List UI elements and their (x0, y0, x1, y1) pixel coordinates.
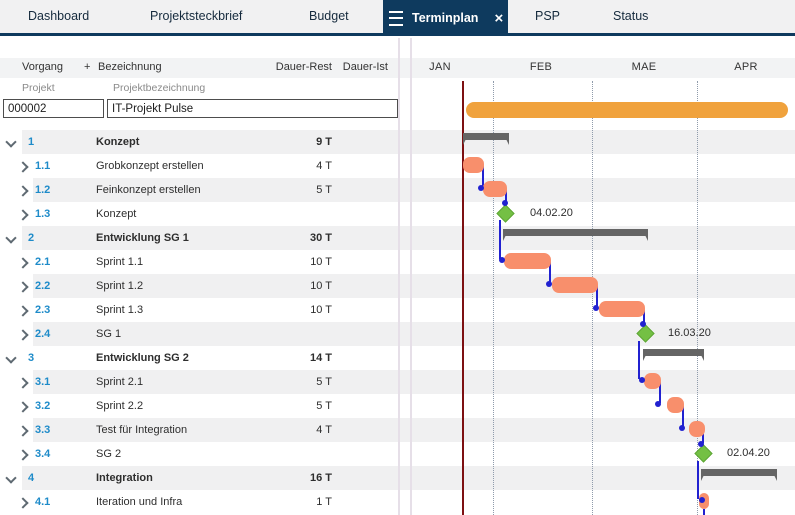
row-number: 1 (28, 136, 34, 148)
row-number: 3.3 (35, 424, 50, 436)
splitter-line-right[interactable] (410, 38, 412, 515)
chevron-down-icon[interactable] (5, 472, 16, 483)
tab-psp[interactable]: PSP (535, 0, 560, 33)
month-label-mae: MAE (632, 61, 657, 73)
row-name: Entwicklung SG 1 (96, 232, 189, 244)
tab-bar: Dashboard Projektsteckbrief Budget Termi… (0, 0, 795, 36)
row-duration-rest: 4 T (240, 160, 332, 172)
row-duration-rest: 5 T (240, 184, 332, 196)
row-number: 2.3 (35, 304, 50, 316)
projekt-label: Projekt (22, 82, 55, 94)
row-number: 4 (28, 472, 34, 484)
month-label-jan: JAN (429, 61, 451, 73)
terminplan-window: Dashboard Projektsteckbrief Budget Termi… (0, 0, 795, 515)
row-number: 1.2 (35, 184, 50, 196)
chevron-right-icon[interactable] (17, 185, 28, 196)
row-number: 3.4 (35, 448, 50, 460)
row-name: Feinkonzept erstellen (96, 184, 201, 196)
chevron-right-icon[interactable] (17, 281, 28, 292)
month-label-feb: FEB (530, 61, 552, 73)
row-number: 2.1 (35, 256, 50, 268)
chevron-right-icon[interactable] (17, 305, 28, 316)
row-name: Sprint 1.1 (96, 256, 143, 268)
row-name: Sprint 2.1 (96, 376, 143, 388)
row-duration-rest: 5 T (240, 376, 332, 388)
row-number: 1.1 (35, 160, 50, 172)
row-number: 2 (28, 232, 34, 244)
row-name: Entwicklung SG 2 (96, 352, 189, 364)
row-duration-rest: 10 T (240, 304, 332, 316)
row-name: Konzept (96, 208, 136, 220)
chevron-right-icon[interactable] (17, 329, 28, 340)
tab-budget[interactable]: Budget (309, 0, 349, 33)
row-duration-rest: 10 T (240, 280, 332, 292)
row-stripe (33, 370, 795, 394)
chevron-right-icon[interactable] (17, 497, 28, 508)
chevron-right-icon[interactable] (17, 449, 28, 460)
row-duration-rest: 14 T (240, 352, 332, 364)
row-name: Sprint 1.3 (96, 304, 143, 316)
chevron-right-icon[interactable] (17, 209, 28, 220)
row-number: 3.1 (35, 376, 50, 388)
row-duration-rest: 9 T (240, 136, 332, 148)
chevron-down-icon[interactable] (5, 232, 16, 243)
row-name: Sprint 1.2 (96, 280, 143, 292)
row-name: SG 1 (96, 328, 121, 340)
hamburger-icon[interactable] (389, 11, 403, 26)
splitter-line-left[interactable] (398, 38, 400, 515)
row-stripe (33, 322, 795, 346)
row-duration-rest: 4 T (240, 424, 332, 436)
chevron-right-icon[interactable] (17, 377, 28, 388)
col-header-vorgang[interactable]: Vorgang (22, 61, 63, 73)
projekt-id-input[interactable] (3, 99, 104, 118)
row-number: 2.4 (35, 328, 50, 340)
row-duration-rest: 10 T (240, 256, 332, 268)
col-header-bezeichnung[interactable]: Bezeichnung (98, 61, 162, 73)
chevron-down-icon[interactable] (5, 136, 16, 147)
row-name: Sprint 2.2 (96, 400, 143, 412)
projektbezeichnung-label: Projektbezeichnung (113, 82, 205, 94)
row-name: SG 2 (96, 448, 121, 460)
tab-status[interactable]: Status (613, 0, 648, 33)
row-duration-rest: 1 T (240, 496, 332, 508)
row-name: Grobkonzept erstellen (96, 160, 204, 172)
row-duration-rest: 16 T (240, 472, 332, 484)
row-number: 2.2 (35, 280, 50, 292)
chevron-right-icon[interactable] (17, 401, 28, 412)
row-number: 4.1 (35, 496, 50, 508)
tab-projektsteckbrief[interactable]: Projektsteckbrief (150, 0, 242, 33)
projekt-name-input[interactable] (107, 99, 398, 118)
row-name: Konzept (96, 136, 139, 148)
tab-terminplan-label: Terminplan (412, 11, 478, 25)
close-tab-icon[interactable]: × (494, 11, 503, 26)
tab-dashboard[interactable]: Dashboard (28, 0, 89, 33)
row-duration-rest: 5 T (240, 400, 332, 412)
row-duration-rest: 30 T (240, 232, 332, 244)
row-name: Test für Integration (96, 424, 187, 436)
chevron-right-icon[interactable] (17, 257, 28, 268)
chevron-right-icon[interactable] (17, 161, 28, 172)
col-header-dauer-ist[interactable]: Dauer-Ist (306, 61, 388, 73)
add-column-button[interactable]: + (84, 61, 90, 73)
chevron-down-icon[interactable] (5, 352, 16, 363)
row-number: 1.3 (35, 208, 50, 220)
row-number: 3 (28, 352, 34, 364)
row-number: 3.2 (35, 400, 50, 412)
project-bar[interactable] (466, 102, 788, 118)
chevron-right-icon[interactable] (17, 425, 28, 436)
row-stripe (33, 274, 795, 298)
month-label-apr: APR (734, 61, 758, 73)
row-name: Integration (96, 472, 153, 484)
tab-terminplan[interactable]: Terminplan × (383, 0, 508, 36)
row-name: Iteration und Infra (96, 496, 182, 508)
